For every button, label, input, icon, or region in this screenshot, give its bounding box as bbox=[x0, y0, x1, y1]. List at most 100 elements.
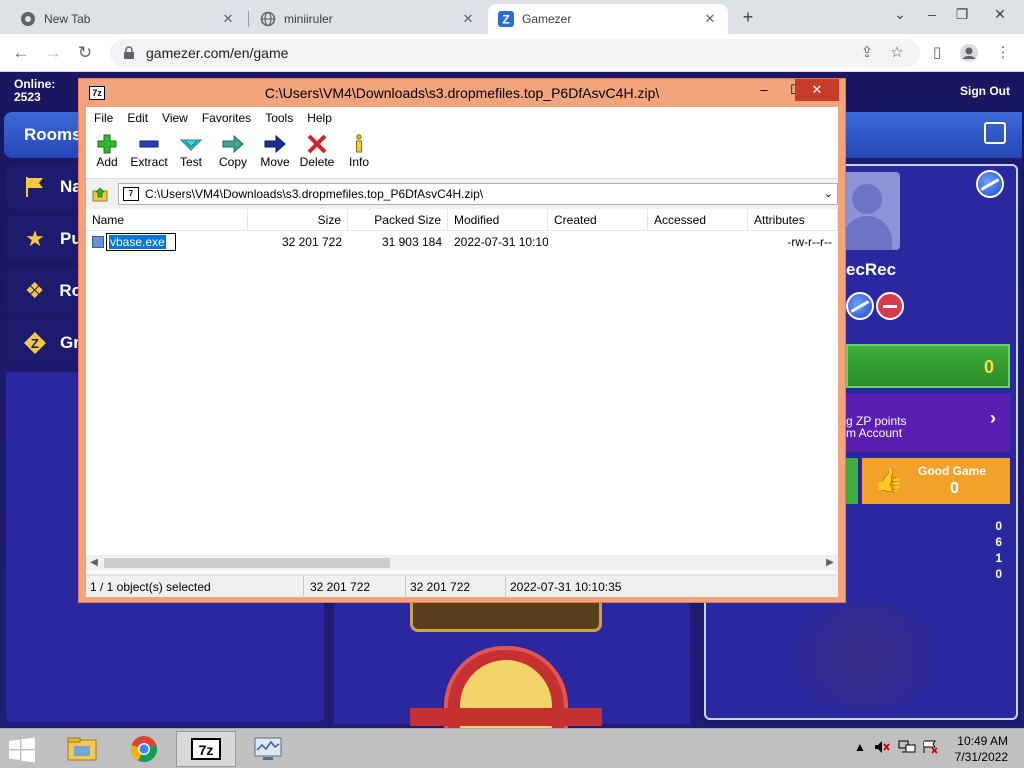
chrome-icon bbox=[20, 11, 36, 27]
good-game-tile[interactable]: 👍 Good Game 0 bbox=[862, 458, 1010, 504]
column-name[interactable]: Name bbox=[86, 209, 248, 231]
close-window-button[interactable]: ✕ bbox=[986, 4, 1014, 26]
menu-tools[interactable]: Tools bbox=[265, 111, 293, 125]
avatar[interactable] bbox=[846, 172, 900, 250]
menu-help[interactable]: Help bbox=[307, 111, 332, 125]
lock-icon bbox=[122, 46, 136, 60]
tray-up-arrow-icon[interactable]: ▲ bbox=[854, 740, 866, 754]
tab-new-tab[interactable]: New Tab ✕ bbox=[0, 4, 246, 34]
tab-search-icon[interactable]: ⌄ bbox=[886, 4, 914, 26]
edit-icon[interactable] bbox=[984, 122, 1006, 144]
new-tab-button[interactable]: + bbox=[738, 7, 758, 27]
tab-title: miniiruler bbox=[284, 12, 333, 26]
status-bar: 1 / 1 object(s) selected 32 201 722 32 2… bbox=[86, 575, 838, 598]
chrome-taskbar-icon[interactable] bbox=[114, 731, 174, 767]
menu-item-ro[interactable]: ❖ Ro bbox=[6, 268, 82, 314]
toolbar: Add Extract Test Copy Move Delete Info bbox=[86, 129, 838, 179]
sevenzip-client: File Edit View Favorites Tools Help Add … bbox=[86, 107, 838, 598]
speaker-muted-icon[interactable] bbox=[874, 740, 890, 757]
tab-miniiruler[interactable]: miniiruler ✕ bbox=[250, 4, 486, 34]
action-center-flag-icon[interactable] bbox=[922, 740, 938, 757]
cell-attributes: -rw-r--r-- bbox=[787, 235, 832, 249]
avatar-head bbox=[852, 184, 882, 214]
archive-icon: 7 bbox=[123, 187, 139, 201]
flag-icon bbox=[22, 174, 48, 200]
menu-view[interactable]: View bbox=[162, 111, 188, 125]
status-packed: 32 201 722 bbox=[406, 576, 506, 598]
restore-button[interactable]: ❐ bbox=[948, 4, 976, 26]
column-attributes[interactable]: Attributes bbox=[748, 209, 838, 231]
minimize-button[interactable]: – bbox=[918, 4, 946, 26]
profile-avatar-icon[interactable] bbox=[956, 40, 982, 66]
close-button[interactable]: ✕ bbox=[795, 79, 839, 101]
zp-line-2: m Account bbox=[846, 426, 903, 440]
folder-up-icon[interactable] bbox=[92, 186, 108, 202]
column-modified[interactable]: Modified bbox=[448, 209, 548, 231]
bookmark-star-icon[interactable]: ☆ bbox=[884, 40, 910, 66]
column-packed-size[interactable]: Packed Size bbox=[348, 209, 448, 231]
forward-button[interactable]: → bbox=[40, 40, 66, 66]
cell-packed-size: 31 903 184 bbox=[381, 235, 442, 249]
gamezer-z-icon: Z bbox=[22, 330, 48, 356]
path-bar: 7 C:\Users\VM4\Downloads\s3.dropmefiles.… bbox=[86, 181, 838, 207]
cell-size: 32 201 722 bbox=[281, 235, 342, 249]
file-explorer-icon[interactable] bbox=[52, 731, 112, 767]
column-accessed[interactable]: Accessed bbox=[648, 209, 748, 231]
info-label: Info bbox=[348, 155, 369, 169]
column-size[interactable]: Size bbox=[248, 209, 348, 231]
sevenzip-titlebar[interactable]: 7z C:\Users\VM4\Downloads\s3.dropmefiles… bbox=[79, 79, 845, 107]
block-user-icon[interactable] bbox=[876, 292, 904, 320]
sevenzip-window: 7z C:\Users\VM4\Downloads\s3.dropmefiles… bbox=[78, 78, 846, 603]
zp-points-button[interactable]: g ZP points m Account › bbox=[846, 394, 1010, 452]
stat-value: 1 bbox=[995, 551, 1002, 565]
scroll-right-icon[interactable]: ▶ bbox=[822, 555, 838, 571]
back-button[interactable]: ← bbox=[8, 40, 34, 66]
info-button[interactable]: Info bbox=[334, 133, 384, 169]
menu-label: Gr bbox=[60, 333, 80, 352]
scroll-thumb[interactable] bbox=[104, 558, 390, 568]
stat-green-tile bbox=[846, 458, 858, 504]
stat-value: 0 bbox=[995, 567, 1002, 581]
clock-date: 7/31/2022 bbox=[954, 750, 1008, 764]
address-bar[interactable]: gamezer.com/en/game bbox=[110, 39, 920, 67]
menu-item-gr[interactable]: Z Gr bbox=[6, 320, 82, 366]
table-row[interactable]: vbase.exe 32 201 722 31 903 184 2022-07-… bbox=[86, 233, 838, 251]
info-icon bbox=[356, 134, 362, 153]
menu-item-pu[interactable]: ★ Pu bbox=[6, 216, 82, 262]
close-icon[interactable]: ✕ bbox=[460, 11, 476, 27]
path-combobox[interactable]: 7 C:\Users\VM4\Downloads\s3.dropmefiles.… bbox=[118, 183, 838, 205]
share-icon[interactable]: ⇪ bbox=[854, 40, 880, 66]
minimize-button[interactable]: – bbox=[747, 79, 781, 101]
sevenzip-taskbar-icon[interactable]: 7z bbox=[176, 731, 236, 767]
window-title: C:\Users\VM4\Downloads\s3.dropmefiles.to… bbox=[264, 85, 660, 101]
column-created[interactable]: Created bbox=[548, 209, 648, 231]
close-icon[interactable]: ✕ bbox=[702, 11, 718, 27]
windows-start-icon[interactable] bbox=[8, 737, 38, 763]
menu-item-na[interactable]: Na bbox=[6, 164, 82, 210]
scroll-left-icon[interactable]: ◀ bbox=[86, 555, 102, 571]
menu-file[interactable]: File bbox=[94, 111, 113, 125]
menu-edit[interactable]: Edit bbox=[127, 111, 148, 125]
status-modified: 2022-07-31 10:10:35 bbox=[510, 580, 622, 594]
file-list[interactable]: Name Size Packed Size Modified Created A… bbox=[86, 209, 838, 573]
user-name: ecRec bbox=[846, 260, 897, 279]
rename-input[interactable]: vbase.exe bbox=[106, 233, 176, 251]
side-panel-icon[interactable]: ▯ bbox=[924, 40, 950, 66]
tab-gamezer[interactable]: Z Gamezer ✕ bbox=[488, 4, 728, 34]
online-count: 2523 bbox=[14, 90, 41, 104]
sign-out-link[interactable]: Sign Out bbox=[960, 84, 1010, 98]
menu-favorites[interactable]: Favorites bbox=[202, 111, 251, 125]
horizontal-scrollbar[interactable]: ◀ ▶ bbox=[86, 555, 838, 571]
system-clock[interactable]: 10:49 AM 7/31/2022 bbox=[955, 733, 1008, 765]
reload-button[interactable]: ↻ bbox=[72, 40, 98, 66]
add-icon bbox=[97, 134, 117, 154]
rank-badge-icon bbox=[976, 170, 1004, 198]
right-panel-header bbox=[846, 112, 1022, 158]
resource-monitor-icon[interactable] bbox=[238, 731, 298, 767]
menu-kebab-icon[interactable]: ⋮ bbox=[990, 40, 1016, 66]
close-icon[interactable]: ✕ bbox=[220, 11, 236, 27]
chevron-down-icon[interactable]: ⌄ bbox=[824, 187, 833, 200]
network-icon[interactable] bbox=[898, 740, 916, 757]
url-text: gamezer.com/en/game bbox=[146, 45, 289, 61]
badge-ribbon bbox=[410, 708, 602, 726]
